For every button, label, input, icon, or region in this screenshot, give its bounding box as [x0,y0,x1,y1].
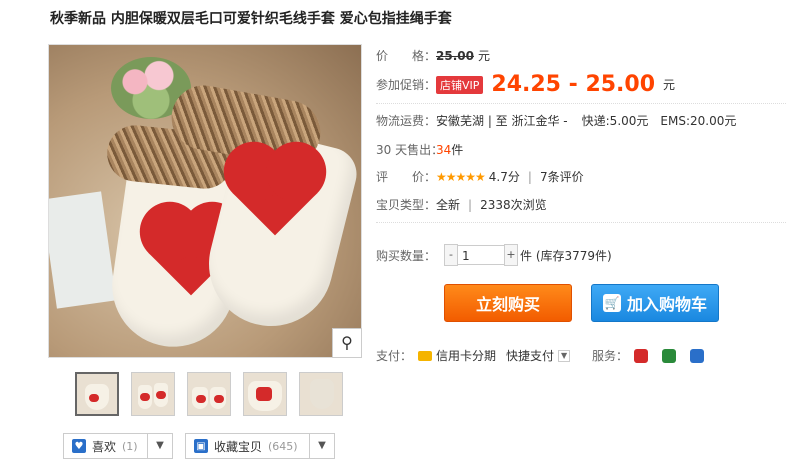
payment-label: 支付： [376,349,413,363]
dropdown-arrow-icon[interactable]: ▼ [558,349,571,362]
service-label: 服务： [592,349,629,363]
thumbnail-2[interactable] [131,372,175,416]
price-label: 价 格： [376,49,437,63]
review-count-link[interactable]: 7条评价 [540,168,584,185]
guarantee-icon[interactable] [690,348,705,363]
quantity-input[interactable]: 1 [458,245,504,265]
buy-now-label: 立刻购买 [475,295,540,314]
favorite-icon: ▣ [194,439,208,453]
stock-info: 件 (库存3779件) [520,248,612,263]
dropdown-arrow-icon[interactable]: ▼ [309,434,334,458]
sold-label: 30 天售出： [376,143,444,157]
rating-stars: ★★★★★ [436,169,486,184]
vip-badge: 店铺VIP [436,75,484,94]
product-main-image[interactable] [48,44,362,358]
magnifier-icon[interactable]: ⚲ [332,328,362,358]
divider [376,222,786,223]
add-to-cart-button[interactable]: 🛒 加入购物车 [591,284,719,322]
payment-row: 支付： 信用卡分期 快捷支付 ▼ 服务： [376,347,718,364]
favorite-button[interactable]: ▣ 收藏宝贝 (645) ▼ [185,433,335,459]
thumbnail-5[interactable] [299,372,343,416]
promo-row: 参加促销： 店铺VIP 24.25 - 25.00 元 [376,72,675,97]
ems-fee: EMS:20.00元 [660,114,737,128]
item-divider: | [468,197,473,212]
quantity-row: 购买数量： - 1 + 件 (库存3779件) [376,244,612,266]
social-actions: ♥ 喜欢 (1) ▼ ▣ 收藏宝贝 (645) ▼ [63,433,335,459]
sold-row: 30 天售出： 34 件 [376,141,463,158]
quantity-increase-button[interactable]: + [504,244,518,266]
sold-count: 34 [436,142,452,157]
rating-score: 4.7分 [488,170,520,184]
like-count: (1) [122,439,138,453]
thumbnail-1[interactable] [75,372,119,416]
dropdown-arrow-icon[interactable]: ▼ [147,434,172,458]
quantity-label: 购买数量： [376,248,437,263]
refresh-service-icon[interactable] [662,348,677,363]
favorite-label: 收藏宝贝 [214,439,263,454]
rating-row: 评 价： ★★★★★ 4.7分 | 7条评价 [376,168,584,185]
promo-price: 24.25 - 25.00 [491,72,656,97]
shipping-route[interactable]: 安徽芜湖 | 至 浙江金华 - [436,112,568,129]
view-count: 2338次浏览 [480,198,547,212]
buy-now-button[interactable]: 立刻购买 [444,284,572,322]
credit-card-icon [418,350,433,361]
thumbnail-strip [75,372,343,416]
background-card-decor [49,191,117,309]
product-title: 秋季新品 内胆保暖双层毛口可爱针织毛线手套 爱心包指挂绳手套 [50,11,452,27]
shipping-label: 物流运费： [376,114,437,128]
sold-unit: 件 [451,143,464,157]
credit-installment-link[interactable]: 信用卡分期 [436,347,496,364]
add-to-cart-label: 加入购物车 [626,295,707,314]
promo-unit: 元 [663,78,676,92]
item-condition: 全新 [436,198,461,212]
quantity-decrease-button[interactable]: - [444,244,458,266]
price-unit: 元 [477,49,490,63]
cart-icon: 🛒 [602,294,621,312]
divider [376,103,786,104]
heart-icon: ♥ [72,439,86,453]
quantity-stepper: - 1 + [444,244,518,266]
thumbnail-3[interactable] [187,372,231,416]
favorite-count: (645) [268,439,298,453]
item-type-label: 宝贝类型： [376,198,437,212]
original-price: 25.00 [436,48,474,63]
quick-pay-link[interactable]: 快捷支付 [506,347,554,364]
price-row: 价 格： 25.00 元 [376,47,490,64]
shipping-row: 物流运费： 安徽芜湖 | 至 浙江金华 - 快递:5.00元 EMS:20.00… [376,112,736,129]
rating-divider: | [527,169,532,184]
seven-day-return-icon[interactable] [634,348,649,363]
item-type-row: 宝贝类型： 全新 | 2338次浏览 [376,196,547,213]
rating-label: 评 价： [376,170,437,184]
like-button[interactable]: ♥ 喜欢 (1) ▼ [63,433,173,459]
express-fee: 快递:5.00元 [581,114,649,128]
like-label: 喜欢 [92,439,117,454]
thumbnail-4[interactable] [243,372,287,416]
promo-label: 参加促销： [376,78,437,92]
